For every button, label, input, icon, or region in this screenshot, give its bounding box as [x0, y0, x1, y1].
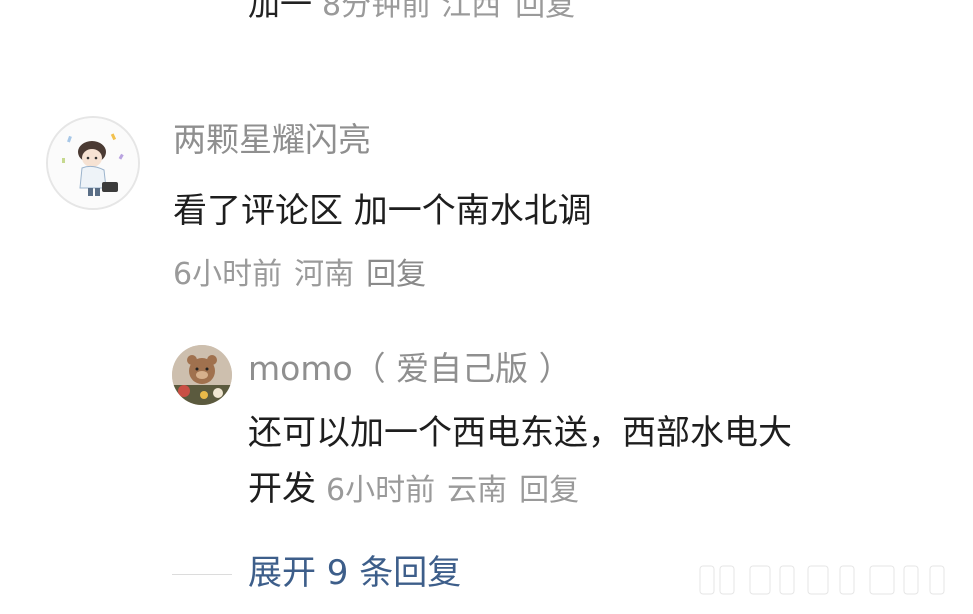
prev-comment-time: 8分钟前	[322, 0, 432, 23]
expand-divider	[172, 574, 232, 575]
prev-comment: 加一 8分钟前 江西 回复	[248, 0, 575, 26]
reply-username[interactable]: momo（ 爱自己版 ）	[248, 347, 572, 391]
reply-text-line2-row: 开发 6小时前 云南 回复	[248, 466, 591, 514]
comment-location: 河南	[294, 257, 355, 292]
reply-text-line1: 还可以加一个西电东送，西部水电大	[248, 413, 792, 453]
comment-time: 6小时前	[173, 257, 283, 292]
watermark	[690, 562, 973, 610]
prev-comment-reply-button[interactable]: 回复	[515, 0, 575, 23]
reply-text-line2: 开发	[248, 469, 316, 509]
avatar[interactable]	[46, 116, 140, 210]
reply-time: 6小时前	[326, 473, 436, 508]
prev-comment-location: 江西	[441, 0, 502, 23]
expand-replies-button[interactable]: 展开 9 条回复	[248, 550, 461, 596]
comment-username[interactable]: 两颗星耀闪亮	[173, 118, 371, 162]
reply-meta: 6小时前 云南 回复	[326, 473, 591, 508]
comment-text: 看了评论区 加一个南水北调	[173, 191, 592, 231]
comment-reply-button[interactable]: 回复	[366, 257, 426, 292]
comment-meta: 6小时前 河南 回复	[173, 254, 438, 296]
reply-location: 云南	[447, 473, 508, 508]
prev-comment-text: 加一	[248, 0, 313, 23]
reply-reply-button[interactable]: 回复	[519, 473, 579, 508]
reply-avatar[interactable]	[172, 345, 232, 405]
